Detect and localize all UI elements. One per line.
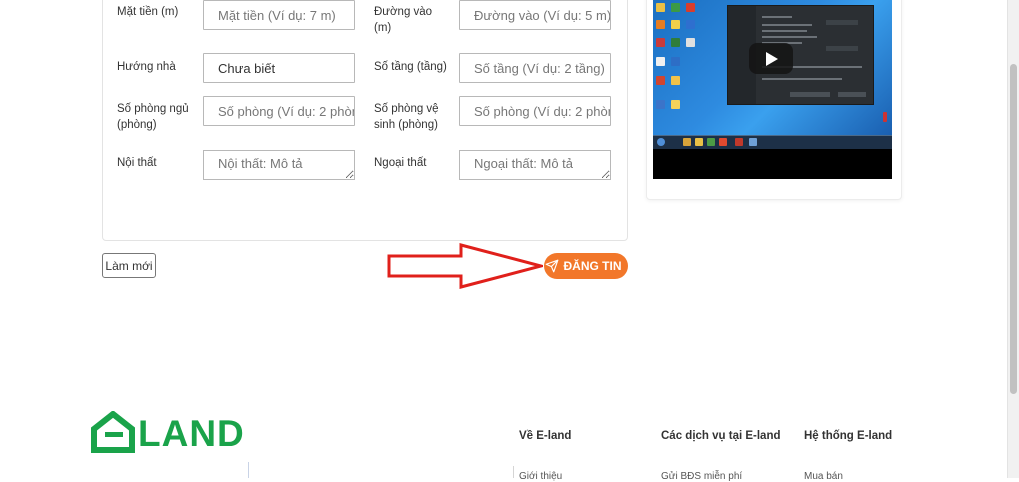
app-text-line: [762, 30, 807, 32]
taskbar-icon: [719, 138, 727, 146]
app-text-line: [762, 16, 792, 18]
floors-input[interactable]: [459, 53, 611, 83]
desktop-icon: [671, 100, 680, 109]
footer-heading-about: Về E-land: [519, 430, 572, 442]
eland-logo-text: LAND: [138, 413, 245, 454]
desktop-icon: [671, 57, 680, 66]
red-arrow-annotation: [387, 243, 543, 289]
app-text-line: [762, 78, 842, 80]
paper-plane-icon: [545, 259, 559, 273]
bedrooms-label: Số phòng ngủ (phòng): [117, 103, 189, 131]
start-icon: [657, 138, 665, 146]
page-scrollbar[interactable]: [1007, 0, 1019, 478]
eland-house-icon: [91, 411, 135, 453]
app-text-line: [762, 24, 812, 26]
post-listing-label: ĐĂNG TIN: [563, 259, 622, 273]
app-text-line: [762, 36, 817, 38]
desktop-icon: [883, 112, 887, 122]
exterior-textarea[interactable]: [459, 150, 611, 180]
exterior-label: Ngoại thất: [374, 157, 427, 169]
footer-link-buy-sell[interactable]: Mua bán: [804, 471, 843, 482]
reset-button[interactable]: Làm mới: [102, 253, 156, 278]
footer-divider: [248, 462, 249, 478]
taskbar-icon: [683, 138, 691, 146]
desktop-icon: [686, 20, 695, 29]
desktop-icon: [671, 76, 680, 85]
app-button: [790, 92, 830, 97]
post-listing-button[interactable]: ĐĂNG TIN: [544, 253, 628, 279]
bedrooms-input[interactable]: [203, 96, 355, 126]
scrollbar-thumb[interactable]: [1010, 64, 1017, 394]
video-taskbar: [653, 135, 892, 149]
house-direction-label: Hướng nhà: [117, 61, 176, 73]
app-field: [826, 20, 858, 25]
app-field: [826, 46, 858, 51]
app-button: [838, 92, 866, 97]
desktop-icon: [656, 57, 665, 66]
desktop-icon: [656, 3, 665, 12]
desktop-icon: [656, 20, 665, 29]
bathrooms-input[interactable]: [459, 96, 611, 126]
desktop-icon: [671, 3, 680, 12]
taskbar-icon: [707, 138, 715, 146]
interior-label: Nội thất: [117, 157, 157, 169]
interior-textarea[interactable]: [203, 150, 355, 180]
access-road-label: Đường vào (m): [374, 6, 433, 34]
floors-label: Số tầng (tầng): [374, 61, 447, 73]
desktop-icon: [671, 20, 680, 29]
footer-heading-system: Hệ thống E-land: [804, 430, 893, 442]
video-letterbox: [653, 149, 892, 179]
house-direction-select[interactable]: [203, 53, 355, 83]
bathrooms-label: Số phòng vệ sinh (phòng): [374, 103, 439, 131]
footer-heading-services: Các dịch vụ tại E-land: [661, 430, 781, 442]
frontage-input[interactable]: [203, 0, 355, 30]
eland-logo[interactable]: LAND: [91, 411, 266, 454]
footer-divider: [513, 466, 514, 478]
desktop-icon: [656, 76, 665, 85]
footer-link-free-listing[interactable]: Gửi BĐS miễn phí: [661, 471, 742, 482]
desktop-icon: [686, 3, 695, 12]
frontage-label: Mặt tiền (m): [117, 6, 179, 18]
taskbar-icon: [695, 138, 703, 146]
desktop-icon: [656, 100, 665, 109]
desktop-icon: [686, 38, 695, 47]
desktop-icon: [671, 38, 680, 47]
footer-link-intro[interactable]: Giới thiệu: [519, 471, 562, 482]
access-road-input[interactable]: [459, 0, 611, 30]
play-icon[interactable]: [749, 43, 793, 74]
desktop-icon: [656, 38, 665, 47]
taskbar-icon: [735, 138, 743, 146]
taskbar-icon: [749, 138, 757, 146]
tutorial-video[interactable]: [653, 0, 892, 179]
